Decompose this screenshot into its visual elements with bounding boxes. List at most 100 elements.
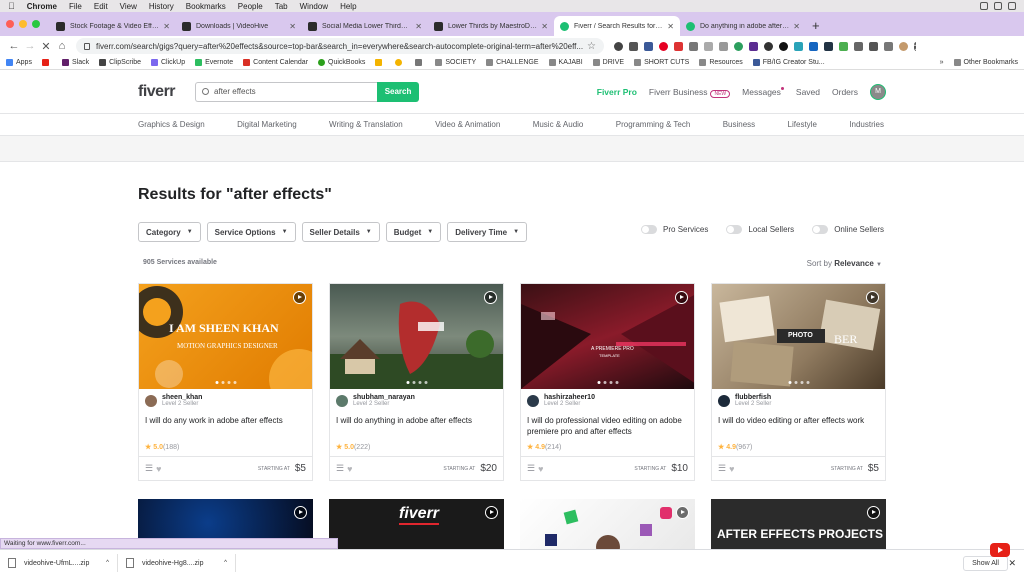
download-item[interactable]: videohive-UfmL....zip ^ [0,554,118,572]
purple-extension-icon[interactable] [749,41,758,51]
gig-card[interactable]: I AM SHEEN KHAN MOTION GRAPHICS DESIGNER… [138,283,313,481]
gig-title[interactable]: I will do anything in adobe after effect… [330,407,503,437]
gig-title[interactable]: I will do professional video editing on … [521,407,694,437]
gig-thumbnail[interactable]: A PREMIERE PRO TEMPLATE [521,284,694,389]
gig-card[interactable]: PHOTO BER flubberfish Level 2 Seller I wi… [711,283,886,481]
address-bar[interactable]: fiverr.com/search/gigs?query=after%20eff… [76,38,604,54]
dark-extension-icon[interactable] [764,41,773,51]
orders-link[interactable]: Orders [832,87,858,97]
bookmark-quickbooks[interactable]: QuickBooks [318,59,365,66]
close-tab-icon[interactable]: ✕ [289,22,296,31]
green-extension-icon[interactable] [734,41,743,51]
gig-thumbnail[interactable] [330,284,503,389]
menu-chrome[interactable]: Chrome [27,2,57,11]
toggle-switch[interactable] [641,225,658,234]
avatar[interactable]: M [870,83,886,100]
bookmark-clickup[interactable]: ClickUp [151,59,185,66]
menu-icon[interactable]: ☰ [718,463,726,474]
category-industries[interactable]: Industries [849,120,884,129]
seller-name[interactable]: flubberfish [735,394,771,401]
grid2-extension-icon[interactable] [854,41,863,51]
category-programming-tech[interactable]: Programming & Tech [616,120,691,129]
menu-icon[interactable]: ☰ [145,463,153,474]
close-tab-icon[interactable]: ✕ [415,22,422,31]
toggle-switch[interactable] [812,225,829,234]
menu-tab[interactable]: Tab [275,2,288,11]
menu-edit[interactable]: Edit [94,2,108,11]
messages-link[interactable]: Messages [742,86,784,97]
bookmark-misc-1[interactable] [375,59,385,66]
apple-icon[interactable]:  [8,1,15,11]
tab-lower-thirds[interactable]: Lower Thirds by MaestroDesign ✕ [428,16,554,36]
bookmark-misc-2[interactable] [395,59,405,66]
new-tab-icon[interactable]: + [812,16,820,36]
menu-window[interactable]: Window [300,2,328,11]
tab-social-media-lower-thirds[interactable]: Social Media Lower Thirds V2 by ✕ [302,16,428,36]
menu-bookmarks[interactable]: Bookmarks [186,2,226,11]
filter-budget[interactable]: Budget ▼ [385,222,442,242]
pinterest-extension-icon[interactable] [659,41,668,51]
play-icon[interactable] [866,291,879,304]
info-extension-icon[interactable] [614,41,623,51]
teal-extension-icon[interactable] [794,41,803,51]
stop-icon[interactable]: ✕ [38,40,54,53]
forward-icon[interactable]: → [22,40,38,52]
gig-title[interactable]: I will do video editing or after effects… [712,407,885,437]
category-music-audio[interactable]: Music & Audio [533,120,584,129]
blue-extension-icon[interactable] [644,41,653,51]
category-lifestyle[interactable]: Lifestyle [788,120,817,129]
heart-icon[interactable]: ♥ [347,464,352,474]
chevron-up-icon[interactable]: ^ [106,560,109,566]
show-all-button[interactable]: Show All [963,555,1008,571]
menu-file[interactable]: File [69,2,82,11]
filter-service-options[interactable]: Service Options ▼ [206,222,296,242]
grid-extension-icon[interactable] [629,41,638,51]
gig-thumbnail[interactable]: I AM SHEEN KHAN MOTION GRAPHICS DESIGNER [139,284,312,389]
bookmark-creator-studio[interactable]: FB/IG Creator Stu... [752,59,825,66]
bookmark-short-cuts[interactable]: SHORT CUTS [634,59,689,66]
sort-dropdown[interactable]: Sort by Relevance ▼ [807,259,882,268]
filter-delivery-time[interactable]: Delivery Time ▼ [447,222,528,242]
close-tab-icon[interactable]: ✕ [667,22,674,31]
bookmark-apps[interactable]: Apps [6,59,32,66]
bookmark-slack[interactable]: Slack [61,59,89,66]
tab-fiverr-search[interactable]: Fiverr / Search Results for 'after ✕ [554,16,680,36]
seller-avatar[interactable] [718,394,730,407]
search-input[interactable]: after effects [195,81,378,102]
menu-people[interactable]: People [238,2,263,11]
navy-extension-icon[interactable] [824,41,833,51]
play-icon[interactable] [293,291,306,304]
saved-link[interactable]: Saved [796,87,820,97]
seller-avatar[interactable] [336,394,348,407]
search-button[interactable]: Search [377,81,420,102]
fiverr-logo[interactable]: fiverr [138,83,176,101]
eyedropper-extension-icon[interactable] [689,41,698,51]
close-tab-icon[interactable]: ✕ [541,22,548,31]
carousel-dots[interactable] [597,381,618,384]
category-business[interactable]: Business [723,120,755,129]
zoom-window-icon[interactable] [32,20,40,28]
toggle-local-sellers[interactable]: Local Sellers [726,225,794,234]
bookmark-resources[interactable]: Resources [699,59,743,66]
close-window-icon[interactable] [6,20,14,28]
bookmark-star-icon[interactable]: ☆ [587,41,596,52]
green2-extension-icon[interactable] [839,41,848,51]
seller-name[interactable]: shubham_narayan [353,394,415,401]
bookmark-challenge[interactable]: CHALLENGE [486,59,539,66]
gig-thumbnail[interactable]: PHOTO BER [712,284,885,389]
tab-fiverr-gig[interactable]: Do anything in adobe after effects ✕ [680,16,806,36]
fiverr-pro-link[interactable]: Fiverr Pro [597,87,637,97]
play-icon[interactable] [867,506,880,519]
bookmark-content-calendar[interactable]: Content Calendar [243,59,308,66]
circle-extension-icon[interactable] [779,41,788,51]
toggle-online-sellers[interactable]: Online Sellers [812,225,884,234]
camera-extension-icon[interactable] [719,41,728,51]
gig-card[interactable]: A PREMIERE PRO TEMPLATE hashirzaheer10 Le… [520,283,695,481]
media-icon[interactable] [884,41,893,51]
home-icon[interactable]: ⌂ [54,40,70,52]
category-writing-translation[interactable]: Writing & Translation [329,120,403,129]
bookmark-drive[interactable]: DRIVE [592,59,624,66]
kebab-menu-icon[interactable] [914,41,916,51]
bookmark-society[interactable]: SOCIETY [435,59,476,66]
wifi-icon[interactable] [1008,2,1016,10]
